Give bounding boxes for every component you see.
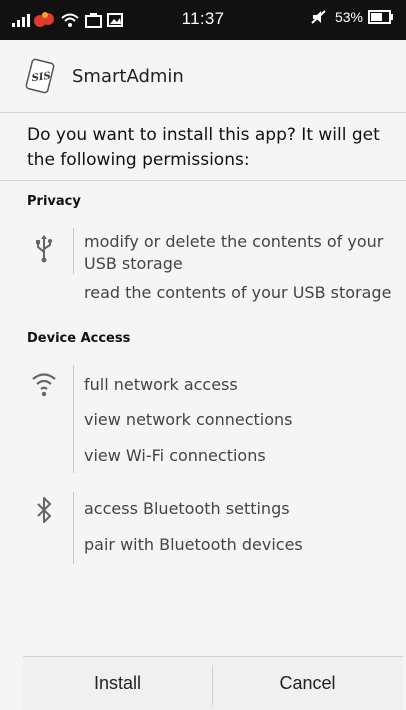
permission-item: full network access (84, 375, 238, 394)
permission-item: view Wi-Fi connections (84, 446, 266, 465)
permission-group-network: full network access view network connect… (0, 363, 406, 473)
section-title-device-access: Device Access (27, 331, 131, 346)
group-divider (73, 365, 74, 473)
status-icons-right: 53% (309, 9, 394, 25)
permission-item: view network connections (84, 410, 293, 429)
status-bar: 11:37 53% (0, 0, 406, 40)
button-bar: Install Cancel (23, 656, 403, 710)
install-button[interactable]: Install (23, 657, 212, 710)
wifi-icon (32, 373, 56, 397)
section-title-privacy: Privacy (27, 194, 81, 209)
divider (0, 180, 406, 181)
battery-percent: 53% (334, 9, 363, 25)
app-icon: SIS (25, 58, 55, 94)
bluetooth-icon (37, 497, 51, 523)
permission-group-usb: modify or delete the contents of your US… (0, 228, 406, 308)
group-divider (73, 492, 74, 564)
permission-item: pair with Bluetooth devices (84, 535, 303, 554)
permission-item: read the contents of your USB storage (84, 283, 392, 302)
battery-icon (368, 10, 393, 24)
group-divider (73, 228, 74, 274)
usb-icon (36, 235, 52, 263)
mute-icon (311, 10, 326, 24)
install-prompt: Do you want to install this app? It will… (27, 125, 380, 170)
permission-item: access Bluetooth settings (84, 499, 290, 518)
app-name: SmartAdmin (72, 66, 184, 87)
app-header: SIS SmartAdmin (0, 40, 406, 113)
permission-group-bluetooth: access Bluetooth settings pair with Blue… (0, 490, 406, 566)
cancel-button[interactable]: Cancel (213, 657, 402, 710)
permission-item: modify or delete the contents of your US… (84, 232, 384, 273)
